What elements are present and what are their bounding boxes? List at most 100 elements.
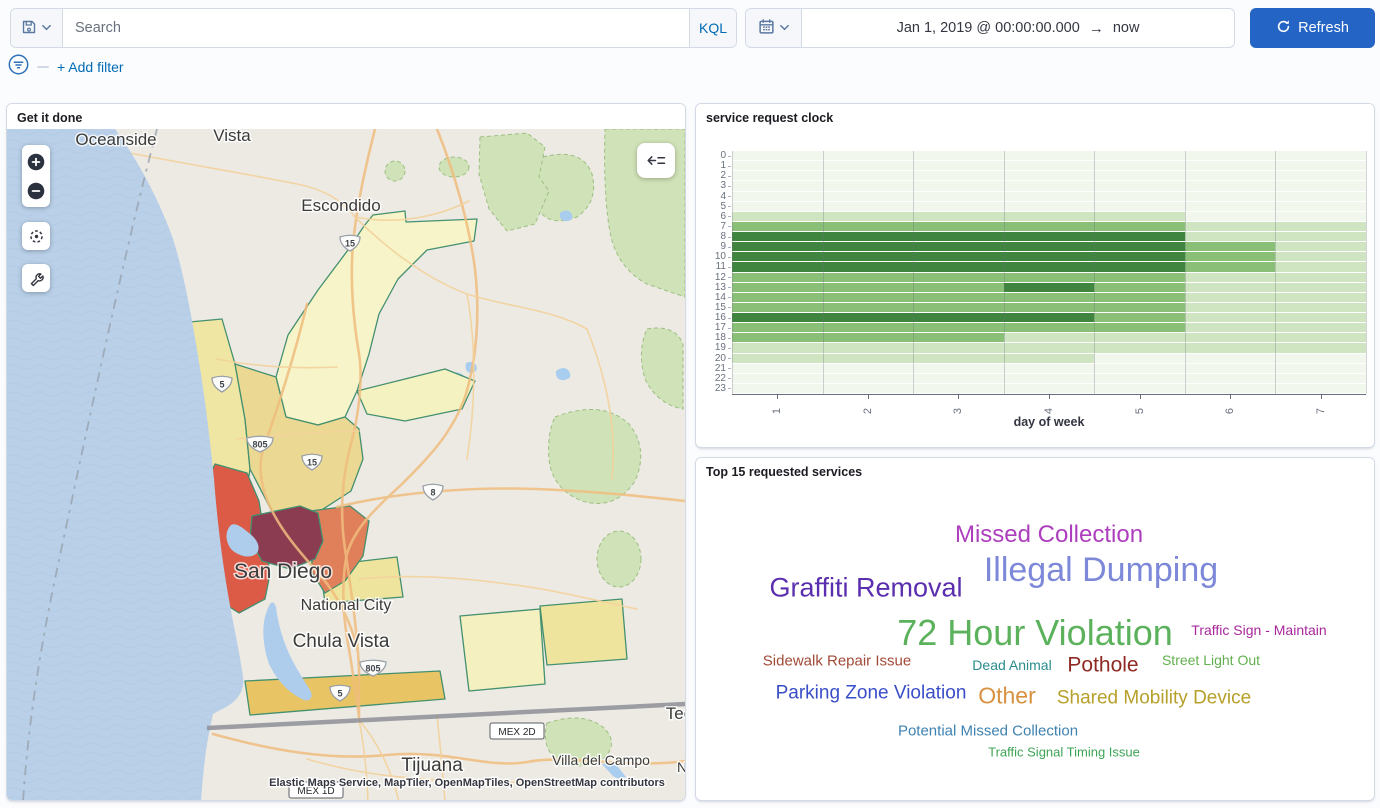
tag-word[interactable]: Graffiti Removal: [769, 575, 962, 602]
heatmap-cell[interactable]: [823, 262, 914, 271]
heatmap-cell[interactable]: [1275, 222, 1366, 231]
heatmap-cell[interactable]: [1185, 283, 1276, 292]
heatmap-cell[interactable]: [1004, 333, 1095, 342]
heatmap-cell[interactable]: [1004, 222, 1095, 231]
heatmap-cell[interactable]: [1275, 384, 1366, 393]
heatmap-cell[interactable]: [1185, 161, 1276, 170]
heatmap-cell[interactable]: [1185, 252, 1276, 261]
heatmap-cell[interactable]: [1004, 171, 1095, 180]
heatmap-cell[interactable]: [1004, 273, 1095, 282]
tag-word[interactable]: Missed Collection: [955, 523, 1143, 547]
heatmap-cell[interactable]: [732, 222, 823, 231]
heatmap-cell[interactable]: [1004, 364, 1095, 373]
heatmap-cell[interactable]: [1094, 374, 1185, 383]
heatmap-cell[interactable]: [1094, 202, 1185, 211]
heatmap-cell[interactable]: [1275, 293, 1366, 302]
heatmap-cell[interactable]: [1185, 242, 1276, 251]
heatmap-cell[interactable]: [1185, 333, 1276, 342]
saved-query-menu-button[interactable]: [11, 9, 63, 47]
heatmap-cell[interactable]: [732, 384, 823, 393]
heatmap-cell[interactable]: [1185, 273, 1276, 282]
heatmap-cell[interactable]: [913, 354, 1004, 363]
heatmap-cell[interactable]: [1094, 181, 1185, 190]
heatmap-cell[interactable]: [732, 232, 823, 241]
wrench-icon[interactable]: [22, 264, 50, 293]
zoom-out-button[interactable]: [22, 176, 50, 205]
heatmap-cell[interactable]: [1004, 354, 1095, 363]
heatmap-cell[interactable]: [1185, 151, 1276, 160]
heatmap-cell[interactable]: [1094, 192, 1185, 201]
heatmap-cell[interactable]: [1185, 303, 1276, 312]
heatmap-cell[interactable]: [913, 303, 1004, 312]
zoom-in-button[interactable]: [22, 147, 50, 176]
heatmap-cell[interactable]: [913, 151, 1004, 160]
heatmap-cell[interactable]: [732, 151, 823, 160]
heatmap-cell[interactable]: [1094, 384, 1185, 393]
tag-word[interactable]: Traffic Sign - Maintain: [1191, 623, 1326, 637]
heatmap-cell[interactable]: [732, 333, 823, 342]
heatmap-cell[interactable]: [1185, 192, 1276, 201]
heatmap-cell[interactable]: [913, 384, 1004, 393]
heatmap-cell[interactable]: [1004, 374, 1095, 383]
refresh-button[interactable]: Refresh: [1250, 8, 1375, 48]
map[interactable]: 15 5 805 15 8 805 5 MEX 2D MEX 1D Oceans…: [7, 129, 685, 801]
heatmap-cell[interactable]: [1185, 222, 1276, 231]
heatmap-cell[interactable]: [913, 273, 1004, 282]
heatmap-cell[interactable]: [1275, 151, 1366, 160]
heatmap-cell[interactable]: [1004, 192, 1095, 201]
heatmap-cell[interactable]: [913, 283, 1004, 292]
tag-word[interactable]: Parking Zone Violation: [776, 684, 967, 703]
heatmap-cell[interactable]: [1275, 252, 1366, 261]
heatmap-cell[interactable]: [1275, 192, 1366, 201]
heatmap-cell[interactable]: [913, 242, 1004, 251]
map-canvas[interactable]: 15 5 805 15 8 805 5 MEX 2D MEX 1D Oceans…: [7, 129, 685, 801]
heatmap-cell[interactable]: [732, 252, 823, 261]
heatmap-cell[interactable]: [732, 283, 823, 292]
heatmap-cell[interactable]: [913, 252, 1004, 261]
heatmap-cell[interactable]: [1094, 343, 1185, 352]
heatmap-cell[interactable]: [1004, 262, 1095, 271]
heatmap-cell[interactable]: [823, 212, 914, 221]
heatmap-cell[interactable]: [1004, 242, 1095, 251]
heatmap-cell[interactable]: [823, 374, 914, 383]
heatmap-cell[interactable]: [1185, 212, 1276, 221]
add-filter-button[interactable]: + Add filter: [57, 59, 124, 75]
heatmap-cell[interactable]: [823, 303, 914, 312]
heatmap-cell[interactable]: [732, 354, 823, 363]
heatmap-cell[interactable]: [732, 171, 823, 180]
heatmap-cell[interactable]: [823, 273, 914, 282]
heatmap-cell[interactable]: [732, 313, 823, 322]
heatmap-cell[interactable]: [1275, 303, 1366, 312]
heatmap-cell[interactable]: [1094, 222, 1185, 231]
heatmap-cell[interactable]: [1185, 232, 1276, 241]
heatmap-cell[interactable]: [732, 212, 823, 221]
heatmap-cell[interactable]: [823, 293, 914, 302]
heatmap-cell[interactable]: [823, 364, 914, 373]
heatmap-cell[interactable]: [913, 262, 1004, 271]
heatmap-cell[interactable]: [1004, 293, 1095, 302]
heatmap-cell[interactable]: [1275, 242, 1366, 251]
heatmap-cell[interactable]: [1185, 364, 1276, 373]
heatmap-cell[interactable]: [1004, 384, 1095, 393]
tag-word[interactable]: Street Light Out: [1162, 653, 1260, 667]
heatmap-cell[interactable]: [732, 202, 823, 211]
heatmap-cell[interactable]: [913, 293, 1004, 302]
heatmap-cell[interactable]: [732, 273, 823, 282]
heatmap-cell[interactable]: [823, 343, 914, 352]
heatmap-cell[interactable]: [1185, 262, 1276, 271]
heatmap-cell[interactable]: [1004, 181, 1095, 190]
heatmap-cell[interactable]: [823, 222, 914, 231]
time-range[interactable]: Jan 1, 2019 @ 00:00:00.000 → now: [802, 9, 1234, 47]
heatmap-cell[interactable]: [1275, 354, 1366, 363]
heatmap-cell[interactable]: [1275, 161, 1366, 170]
heatmap-cell[interactable]: [913, 202, 1004, 211]
heatmap-cell[interactable]: [1094, 364, 1185, 373]
heatmap-cell[interactable]: [1275, 273, 1366, 282]
tag-word[interactable]: Shared Mobility Device: [1057, 689, 1251, 708]
heatmap-cell[interactable]: [1094, 252, 1185, 261]
heatmap-cell[interactable]: [913, 161, 1004, 170]
heatmap-cell[interactable]: [732, 242, 823, 251]
heatmap-cell[interactable]: [1094, 283, 1185, 292]
heatmap-cell[interactable]: [823, 323, 914, 332]
heatmap-cell[interactable]: [1275, 343, 1366, 352]
